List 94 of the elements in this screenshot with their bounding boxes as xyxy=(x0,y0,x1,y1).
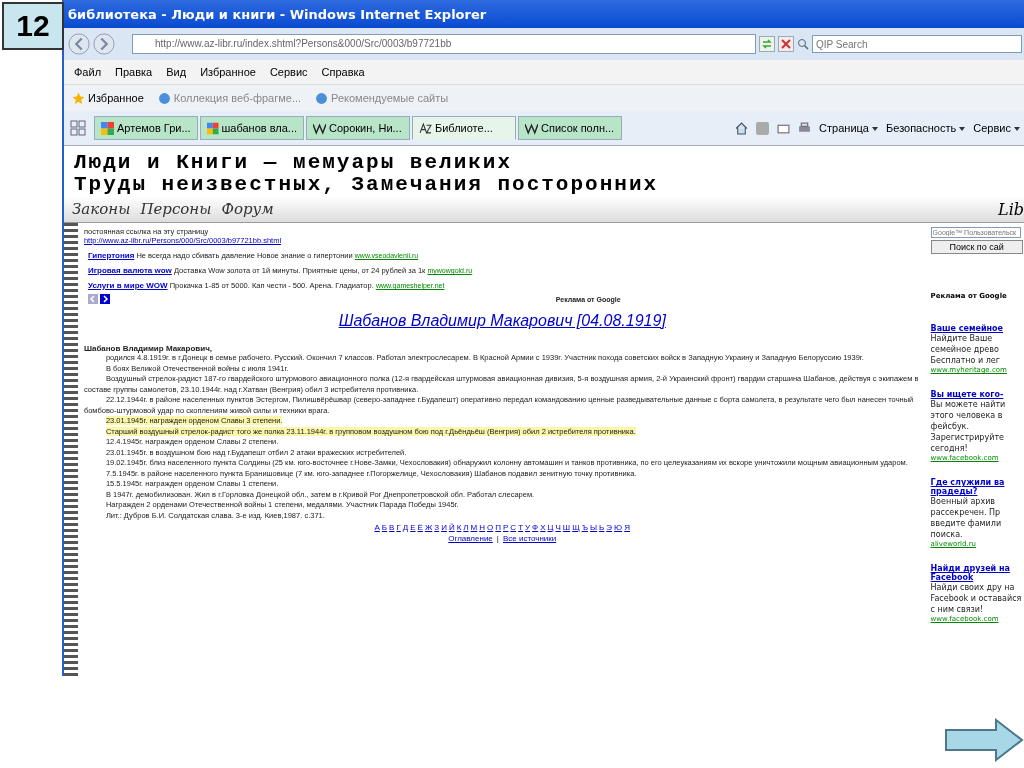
ad-link[interactable]: Ваше семейное xyxy=(930,324,1024,333)
back-icon[interactable] xyxy=(68,33,90,55)
address-field[interactable]: http://www.az-libr.ru/index.shtml?Persons&000/Src/0003/b97721bb xyxy=(132,34,756,54)
alphabet-link[interactable]: З xyxy=(434,523,440,532)
alphabet-link[interactable]: Б xyxy=(381,523,388,532)
alphabet-link[interactable]: П xyxy=(495,523,501,532)
next-arrow-icon[interactable] xyxy=(944,718,1024,762)
next-icon[interactable] xyxy=(99,294,110,304)
browser-tab[interactable]: Сорокин, Ни... xyxy=(306,116,410,140)
ad-link[interactable]: Где служили ва прадеды? xyxy=(930,478,1024,496)
alphabet-link[interactable]: Т xyxy=(518,523,523,532)
alphabet-link[interactable]: Я xyxy=(624,523,630,532)
alphabet-link[interactable]: О xyxy=(487,523,494,532)
link-separator: | xyxy=(495,534,500,543)
contents-link[interactable]: Оглавление xyxy=(448,534,493,543)
alphabet-link[interactable]: В xyxy=(389,523,395,532)
command-menu[interactable]: Сервис xyxy=(973,122,1020,134)
ad-text: Вы можете найти этого человека в фейсбук. Зарегистрируйте сегодня! xyxy=(930,399,1007,454)
alphabet-link[interactable]: Ы xyxy=(590,523,598,532)
menu-item[interactable]: Файл xyxy=(74,66,102,78)
alphabet-link[interactable]: Ъ xyxy=(581,523,588,532)
menu-item[interactable]: Вид xyxy=(166,66,187,78)
google-icon xyxy=(101,121,114,135)
ad-text: Военный архив рассекречен. Пр введите фамили поиска. xyxy=(930,496,1003,540)
star-icon xyxy=(72,91,85,105)
w-letter-icon xyxy=(525,121,538,135)
search-field[interactable]: QIP Search xyxy=(812,35,1022,53)
alphabet-link[interactable]: Ё xyxy=(417,523,423,532)
nav-link[interactable]: Персоны xyxy=(140,200,212,218)
alphabet-link[interactable]: Е xyxy=(410,523,416,532)
alphabet-link[interactable]: Д xyxy=(402,523,409,532)
command-menu[interactable]: Страница xyxy=(819,122,879,134)
alphabet-link[interactable]: А xyxy=(374,523,380,532)
ad-link[interactable]: Вы ищете кого- xyxy=(930,390,1024,399)
alphabet-link[interactable]: К xyxy=(456,523,462,532)
ad-text: Найдите Ваше семейное древо Бесплатно и лег xyxy=(930,333,1001,366)
command-menu[interactable]: Безопасность xyxy=(886,122,966,134)
window-title: библиотека - Люди и книги - Windows Internet Explorer xyxy=(68,6,487,22)
banner-subtitle: Труды неизвестных, Замечания посторонних xyxy=(74,174,660,196)
sources-link[interactable]: Все источники xyxy=(502,534,557,543)
nav-link[interactable]: Форум xyxy=(221,200,274,218)
site-search-button[interactable]: Поиск по сай xyxy=(930,240,1023,254)
browser-tab[interactable]: Библиоте... xyxy=(412,116,516,140)
refresh-icon[interactable] xyxy=(759,36,775,52)
quick-tabs-icon[interactable] xyxy=(70,120,86,136)
browser-tab[interactable]: Список полн... xyxy=(518,116,622,140)
ad-link[interactable]: Гипертония xyxy=(87,251,135,260)
w-letter-icon xyxy=(313,121,326,135)
person-name: Шабанов Владимир Макарович, xyxy=(83,344,214,353)
menu-item[interactable]: Сервис xyxy=(269,66,308,78)
printer-icon[interactable] xyxy=(798,121,812,135)
menu-item[interactable]: Избранное xyxy=(200,66,256,78)
browser-tab[interactable]: Артемов Гри... xyxy=(94,116,198,140)
banner-title: Люди и Книги — мемуары великих xyxy=(74,152,514,174)
ad-link[interactable]: Услуги в мире WOW xyxy=(87,281,168,290)
home-icon[interactable] xyxy=(735,121,749,135)
caret-icon xyxy=(872,127,879,132)
slide-number: 12 xyxy=(2,2,64,50)
browser-tab[interactable]: шабанов вла... xyxy=(200,116,304,140)
alphabet-link[interactable]: Н xyxy=(479,523,485,532)
ad-text: Найди своих дру на Facebook и оставайся с ним связи! xyxy=(930,582,1023,615)
google-icon xyxy=(207,121,219,135)
alphabet-link[interactable]: Ч xyxy=(555,523,561,532)
alphabet-link[interactable]: И xyxy=(441,523,447,532)
favorites-button[interactable]: Избранное xyxy=(72,91,144,105)
alphabet-link[interactable]: Ж xyxy=(424,523,433,532)
alphabet-link[interactable]: С xyxy=(510,523,517,532)
site-icon xyxy=(419,121,432,135)
alphabet-link[interactable]: М xyxy=(470,523,478,532)
ad-link[interactable]: Найди друзей на Facebook xyxy=(930,564,1024,582)
search-icon xyxy=(797,38,809,50)
alphabet-link[interactable]: Щ xyxy=(572,523,580,532)
forward-icon[interactable] xyxy=(93,33,115,55)
alphabet-link[interactable]: Р xyxy=(503,523,509,532)
alphabet-link[interactable]: Й xyxy=(448,523,455,532)
alphabet-link[interactable]: Л xyxy=(463,523,469,532)
ad-link[interactable]: Игровая валюта wow xyxy=(87,266,172,275)
alphabet-link[interactable]: Ш xyxy=(562,523,571,532)
alphabet-link[interactable]: Ю xyxy=(614,523,623,532)
article-heading[interactable]: Шабанов Владимир Макарович [04.08.1919] xyxy=(83,312,921,330)
alphabet-link[interactable]: Х xyxy=(540,523,546,532)
menu-item[interactable]: Правка xyxy=(115,66,153,78)
caret-icon xyxy=(1014,127,1020,132)
nav-link[interactable]: Законы xyxy=(72,200,131,218)
menu-item[interactable]: Справка xyxy=(321,66,365,78)
caret-icon xyxy=(959,127,966,132)
alphabet-link[interactable]: Э xyxy=(606,523,613,532)
alphabet-link[interactable]: Ц xyxy=(547,523,554,532)
alphabet-link[interactable]: У xyxy=(525,523,531,532)
alphabet-link[interactable]: Ф xyxy=(532,523,539,532)
alphabet-link[interactable]: Ь xyxy=(599,523,605,532)
alphabet-link[interactable]: Г xyxy=(396,523,401,532)
site-logo: Lib xyxy=(998,199,1024,219)
close-icon[interactable] xyxy=(778,36,794,52)
